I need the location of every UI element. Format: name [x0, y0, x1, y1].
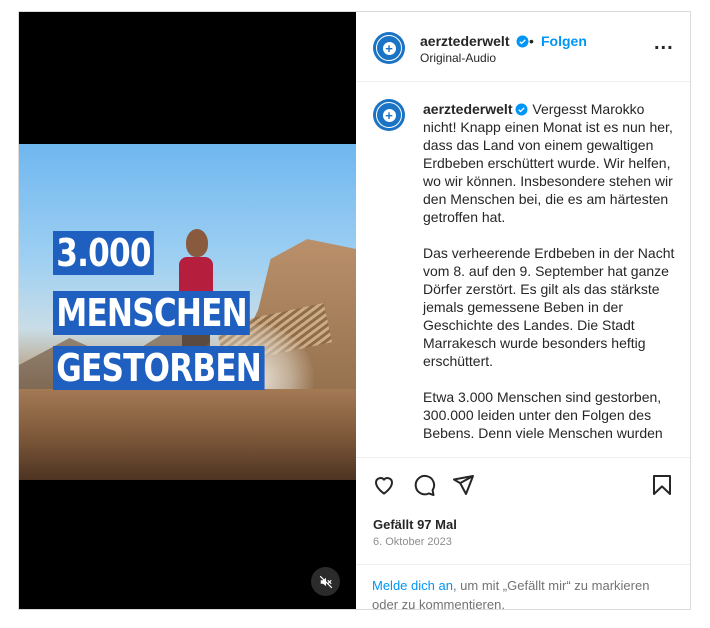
overlay-text-line-1: 3.000: [53, 231, 155, 275]
login-prompt: Melde dich an, um mit „Gefällt mir“ zu m…: [356, 564, 690, 625]
post-header: + aerztederwelt • Folgen Original-Audio …: [356, 12, 690, 82]
post-media[interactable]: 3.000 MENSCHEN GESTORBEN: [19, 12, 356, 609]
heart-icon[interactable]: [372, 473, 396, 497]
actions-section: Gefällt 97 Mal 6. Oktober 2023 Melde dic…: [356, 457, 690, 612]
post-date[interactable]: 6. Oktober 2023: [373, 536, 452, 548]
caption-paragraph-2: Das verheerende Erdbeben in der Nacht vo…: [423, 245, 675, 369]
separator-dot: •: [529, 33, 534, 49]
caption-username[interactable]: aerztederwelt: [423, 101, 512, 117]
verified-icon: [516, 103, 528, 116]
comment-icon[interactable]: [412, 473, 436, 497]
stone-wall: [19, 389, 356, 480]
login-link[interactable]: Melde dich an: [372, 578, 453, 593]
mute-button[interactable]: [311, 567, 340, 596]
bookmark-icon[interactable]: [650, 473, 674, 497]
action-bar: [372, 473, 682, 499]
header-username-row: aerztederwelt: [420, 33, 529, 49]
post-sidebar: + aerztederwelt • Folgen Original-Audio …: [356, 12, 690, 612]
caption-paragraph-1: aerztederwelt Vergesst Marokko nicht! Kn…: [423, 100, 678, 226]
header-username[interactable]: aerztederwelt: [420, 33, 509, 49]
verified-icon: [516, 35, 529, 48]
follow-button[interactable]: Folgen: [541, 33, 587, 49]
audio-label[interactable]: Original-Audio: [420, 51, 496, 65]
cross-icon: +: [382, 41, 396, 55]
share-icon[interactable]: [451, 473, 475, 497]
caption-scroll-area[interactable]: + aerztederwelt Vergesst Marokko nicht! …: [356, 83, 690, 457]
caption-avatar[interactable]: +: [373, 99, 405, 131]
caption-paragraph-3: Etwa 3.000 Menschen sind gestorben, 300.…: [423, 389, 663, 441]
worker-head: [186, 229, 208, 257]
instagram-post: 3.000 MENSCHEN GESTORBEN + aerztederwelt…: [18, 11, 691, 612]
mute-icon: [319, 575, 332, 588]
more-icon[interactable]: ...: [654, 33, 674, 53]
caption-text: aerztederwelt Vergesst Marokko nicht! Kn…: [423, 100, 678, 457]
overlay-text-line-3: GESTORBEN: [53, 346, 265, 390]
overlay-text-line-2: MENSCHEN: [53, 291, 251, 335]
cross-icon: +: [382, 108, 396, 122]
likes-count[interactable]: Gefällt 97 Mal: [373, 517, 457, 532]
avatar[interactable]: +: [373, 32, 405, 64]
logo-ring: +: [376, 35, 402, 61]
logo-ring: +: [376, 102, 402, 128]
caption-body-1: Vergesst Marokko nicht! Knapp einen Mona…: [423, 101, 673, 225]
